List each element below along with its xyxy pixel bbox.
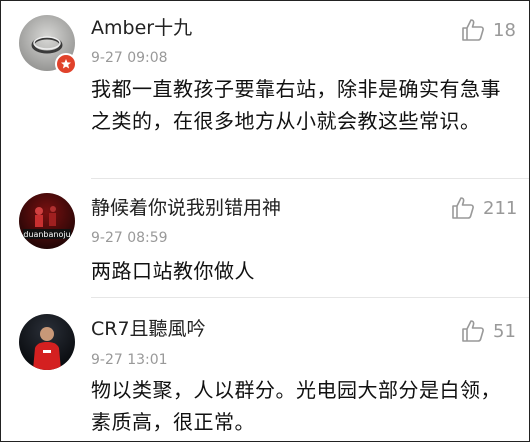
svg-text:duanbanoju: duanbanoju: [23, 230, 70, 239]
star-badge-icon: [55, 53, 77, 75]
duanbanoju-avatar-icon: duanbanoju: [19, 193, 75, 249]
like-button[interactable]: 211: [451, 195, 517, 221]
comment-time: 9-27 08:59: [91, 230, 168, 246]
comment-item: duanbanoju 静候着你说我别错用神 9-27 08:59 211 两路口…: [1, 179, 529, 296]
thumbs-up-icon: [452, 197, 474, 219]
comment-time: 9-27 09:08: [91, 50, 168, 66]
like-count: 51: [493, 320, 516, 342]
footballer-avatar-icon: [19, 314, 75, 370]
like-count: 211: [483, 197, 518, 219]
like-button[interactable]: 18: [461, 17, 516, 43]
comment-text: 两路口站教你做人: [91, 259, 255, 283]
username[interactable]: Amber十九: [91, 17, 192, 39]
user-avatar[interactable]: [19, 314, 75, 370]
comment-list: Amber十九 9-27 09:08 18 我都一直教孩子要靠右站，除非是确实有…: [0, 0, 530, 442]
comment-text: 我都一直教孩子要靠右站，除非是确实有急事之类的，在很多地方从小就会教这些常识。: [91, 77, 501, 133]
user-avatar[interactable]: duanbanoju: [19, 193, 75, 249]
comment-time: 9-27 13:01: [91, 352, 168, 368]
comment-item: Amber十九 9-27 09:08 18 我都一直教孩子要靠右站，除非是确实有…: [1, 1, 529, 178]
thumbs-up-icon: [462, 19, 484, 41]
username[interactable]: 静候着你说我别错用神: [91, 197, 281, 219]
like-button[interactable]: 51: [461, 318, 516, 344]
comment-item: CR7且聽風吟 9-27 13:01 51 物以类聚，人以群分。光电园大部分是白…: [1, 298, 529, 441]
thumbs-up-icon: [462, 320, 484, 342]
username[interactable]: CR7且聽風吟: [91, 318, 206, 340]
comment-text: 物以类聚，人以群分。光电园大部分是白领，素质高，很正常。: [91, 378, 501, 434]
like-count: 18: [493, 19, 516, 41]
